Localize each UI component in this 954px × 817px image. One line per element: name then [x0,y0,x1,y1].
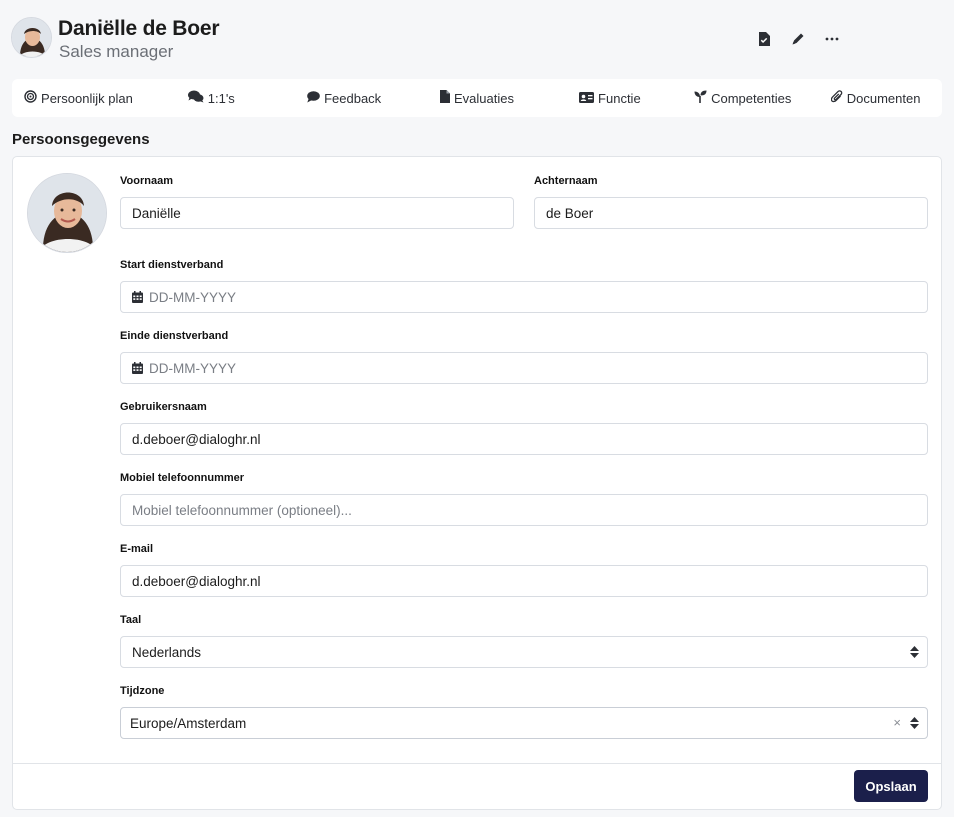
seedling-icon [694,90,707,106]
mobile-placeholder: Mobiel telefoonnummer (optioneel)... [132,502,352,518]
pencil-icon[interactable] [790,31,806,47]
employee-role: Sales manager [59,42,174,61]
sort-icon [910,646,919,661]
target-icon [24,90,37,106]
tab-1on1[interactable]: 1:1's [145,79,278,117]
username-field[interactable]: d.deboer@dialoghr.nl [120,423,928,455]
tab-feedback[interactable]: Feedback [278,79,411,117]
tab-functie[interactable]: Functie [543,79,676,117]
language-select[interactable]: Nederlands [120,636,928,668]
personal-details-card: Voornaam Daniëlle Achternaam de Boer Sta… [12,156,942,810]
last-name-field[interactable]: de Boer [534,197,928,229]
comment-icon [307,90,320,106]
paperclip-icon [830,90,843,106]
tab-documenten[interactable]: Documenten [809,79,942,117]
mobile-label: Mobiel telefoonnummer [120,472,245,484]
last-name-label: Achternaam [534,175,598,187]
timezone-value: Europe/Amsterdam [130,715,247,731]
first-name-value: Daniëlle [132,205,181,221]
username-label: Gebruikersnaam [120,401,207,413]
start-date-field[interactable]: DD-MM-YYYY [120,281,928,313]
calendar-icon [132,362,143,374]
sort-icon [910,717,919,732]
save-button[interactable]: Opslaan [854,770,928,802]
username-value: d.deboer@dialoghr.nl [132,431,261,447]
tab-label: Documenten [846,90,921,106]
language-label: Taal [120,614,142,626]
first-name-label: Voornaam [120,175,173,187]
email-field[interactable]: d.deboer@dialoghr.nl [120,565,928,597]
mobile-field[interactable]: Mobiel telefoonnummer (optioneel)... [120,494,928,526]
id-card-icon [579,91,595,106]
timezone-label: Tijdzone [120,685,165,697]
more-icon[interactable] [824,31,840,47]
tab-persoonlijk-plan[interactable]: Persoonlijk plan [12,79,145,117]
end-date-label: Einde dienstverband [120,330,229,342]
employee-name: Daniëlle de Boer [58,17,220,40]
tab-label: Feedback [324,90,382,106]
tab-label: Evaluaties [454,90,514,106]
tab-label: Persoonlijk plan [41,90,133,106]
start-date-placeholder: DD-MM-YYYY [149,289,236,305]
tab-label: Competenties [711,90,792,106]
end-date-placeholder: DD-MM-YYYY [149,360,236,376]
end-date-field[interactable]: DD-MM-YYYY [120,352,928,384]
comments-icon [187,90,204,106]
start-date-label: Start dienstverband [120,259,224,271]
card-divider [13,763,941,764]
file-icon [440,90,451,106]
language-value: Nederlands [132,644,202,660]
avatar[interactable] [27,173,107,253]
clear-icon[interactable]: × [893,715,901,730]
tab-evaluaties[interactable]: Evaluaties [411,79,544,117]
document-check-icon[interactable] [756,31,772,47]
email-label: E-mail [120,543,154,555]
first-name-field[interactable]: Daniëlle [120,197,514,229]
profile-header: Daniëlle de Boer Sales manager [11,17,941,61]
tab-label: 1:1's [207,90,235,106]
tab-bar: Persoonlijk plan 1:1's Feedback Evaluati… [12,79,942,117]
email-value: d.deboer@dialoghr.nl [132,573,261,589]
timezone-select[interactable]: Europe/Amsterdam × [120,707,928,739]
tab-competenties[interactable]: Competenties [676,79,809,117]
tab-label: Functie [598,90,641,106]
avatar [11,17,52,58]
section-title: Persoonsgegevens [12,131,150,148]
calendar-icon [132,291,143,303]
last-name-value: de Boer [546,205,594,221]
